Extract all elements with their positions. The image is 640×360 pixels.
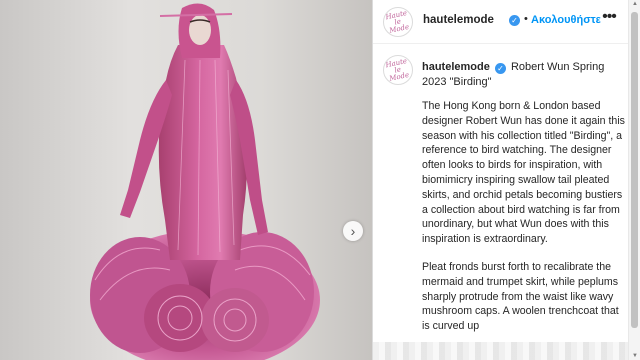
- avatar-logo: Haute le Mode: [384, 8, 410, 35]
- scroll-up-arrow-icon[interactable]: ▲: [630, 1, 640, 7]
- caption-avatar[interactable]: Haute le Mode: [383, 55, 413, 85]
- post-image[interactable]: ›: [0, 0, 372, 360]
- caption-avatar-logo: Haute le Mode: [384, 56, 410, 83]
- more-options-icon[interactable]: •••: [599, 8, 619, 30]
- scrollbar[interactable]: ▲ ▼: [628, 0, 640, 360]
- follow-button[interactable]: Ακολουθήστε: [531, 14, 601, 26]
- caption-body: The Hong Kong born & London based design…: [422, 99, 625, 347]
- blurred-overlay: [373, 342, 628, 360]
- verified-badge-icon: ✓: [509, 15, 520, 26]
- chevron-right-icon: ›: [350, 223, 356, 239]
- next-image-button[interactable]: ›: [343, 221, 363, 241]
- scrollbar-thumb[interactable]: [631, 12, 638, 328]
- model-in-pink-gown-illustration: [90, 3, 320, 360]
- scroll-down-arrow-icon[interactable]: ▼: [630, 353, 640, 359]
- post-details-panel: Haute le Mode hautelemode ✓ • Ακολουθήστε …: [373, 0, 640, 360]
- caption-paragraph: The Hong Kong born & London based design…: [422, 100, 625, 246]
- header-separator: •: [524, 13, 528, 25]
- header-username[interactable]: hautelemode: [423, 14, 494, 26]
- caption-username[interactable]: hautelemode: [422, 61, 490, 73]
- caption-verified-badge-icon: ✓: [494, 63, 506, 74]
- caption-paragraph: Pleat fronds burst forth to recalibrate …: [422, 260, 619, 333]
- caption-heading: hautelemode ✓ Robert Wun Spring 2023 "Bi…: [422, 60, 622, 90]
- avatar[interactable]: Haute le Mode: [383, 7, 413, 37]
- post-header: Haute le Mode hautelemode ✓ • Ακολουθήστε …: [373, 0, 640, 44]
